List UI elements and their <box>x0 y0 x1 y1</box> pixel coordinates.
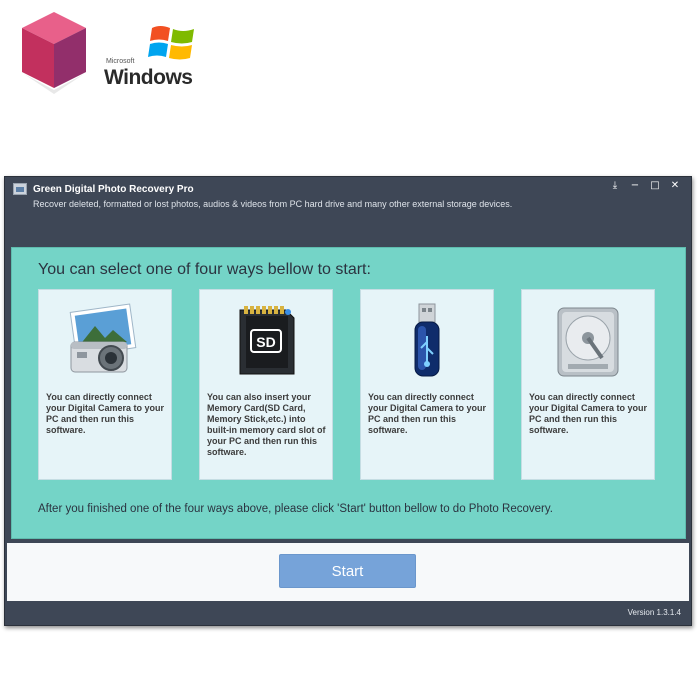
option-card-sd: SD You can also insert your Memory Card(… <box>199 289 333 480</box>
camera-icon <box>39 302 171 382</box>
maximize-icon[interactable]: □ <box>645 179 665 193</box>
instruction-text: After you finished one of the four ways … <box>38 503 553 515</box>
option-card-camera: You can directly connect your Digital Ca… <box>38 289 172 480</box>
sd-card-label: SD <box>256 334 275 350</box>
options-panel: You can select one of four ways bellow t… <box>11 247 686 539</box>
app-window: Green Digital Photo Recovery Pro Recover… <box>4 176 692 626</box>
option-card-text: You can directly connect your Digital Ca… <box>368 392 487 435</box>
hard-drive-icon <box>522 302 654 382</box>
app-icon <box>13 183 27 195</box>
app-subtitle: Recover deleted, formatted or lost photo… <box>33 199 513 209</box>
save-icon[interactable]: ⤓ <box>605 179 625 193</box>
option-card-usb: You can directly connect your Digital Ca… <box>360 289 494 480</box>
windows-logo: Microsoft Windows <box>104 22 200 89</box>
window-controls: ⤓ − □ ✕ <box>605 179 685 193</box>
close-icon[interactable]: ✕ <box>665 179 685 193</box>
action-area: Start <box>7 543 689 601</box>
minimize-icon[interactable]: − <box>625 179 645 193</box>
windows-flag-icon <box>148 26 194 60</box>
option-card-text: You can directly connect your Digital Ca… <box>46 392 165 435</box>
windows-brand: Windows <box>104 66 193 89</box>
sd-card-icon: SD <box>200 302 332 382</box>
option-card-text: You can directly connect your Digital Ca… <box>529 392 648 435</box>
windows-brand-small: Microsoft <box>106 58 135 65</box>
title-bar: Green Digital Photo Recovery Pro Recover… <box>5 177 691 239</box>
product-box-icon <box>16 8 92 96</box>
option-card-hdd: You can directly connect your Digital Ca… <box>521 289 655 480</box>
app-title: Green Digital Photo Recovery Pro <box>33 184 194 195</box>
panel-heading: You can select one of four ways bellow t… <box>38 261 371 278</box>
usb-drive-icon <box>361 302 493 382</box>
start-button[interactable]: Start <box>279 554 416 588</box>
option-card-text: You can also insert your Memory Card(SD … <box>207 392 326 457</box>
version-label: Version 1.3.1.4 <box>627 608 681 617</box>
